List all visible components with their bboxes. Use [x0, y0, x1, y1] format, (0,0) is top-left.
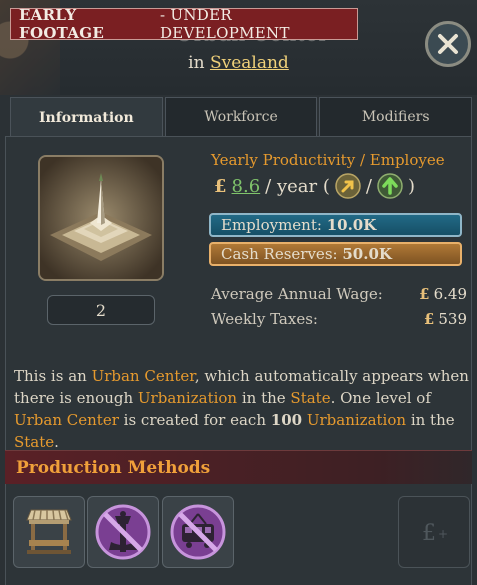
svg-text:+: +: [438, 527, 448, 541]
desc-text: in the: [406, 411, 455, 429]
productivity-unit: / year (: [265, 175, 330, 197]
employment-bar[interactable]: Employment: 10.0K: [209, 213, 462, 237]
desc-text: . One level of: [330, 389, 431, 407]
urban-center-obelisk-icon: [40, 157, 162, 279]
taxes-label: Weekly Taxes:: [211, 310, 318, 328]
growth-arrow-icon: [377, 173, 403, 199]
no-street-lighting-icon: [95, 504, 151, 560]
add-production-method-slot[interactable]: £ +: [398, 496, 470, 568]
desc-link-urbanization[interactable]: Urbanization: [138, 389, 237, 407]
employment-value: 10.0K: [326, 216, 377, 234]
production-method-market-stalls[interactable]: [13, 496, 85, 568]
production-method-no-street-lighting[interactable]: [87, 496, 159, 568]
tab-workforce[interactable]: Workforce: [164, 97, 318, 137]
tab-information[interactable]: Information: [10, 97, 163, 137]
tab-bar: Information Workforce Modifiers: [10, 97, 473, 137]
desc-link-urbanization[interactable]: Urbanization: [307, 411, 406, 429]
productivity-value[interactable]: 8.6: [232, 176, 261, 197]
building-level: 2: [47, 295, 155, 325]
taxes-value-row: £539: [424, 310, 467, 328]
wage-value-row: £6.49: [419, 285, 467, 303]
desc-link-urban-center[interactable]: Urban Center: [14, 411, 119, 429]
building-description: This is an Urban Center, which automatic…: [14, 365, 474, 453]
productivity-title: Yearly Productivity / Employee: [211, 151, 445, 169]
taxes-value: 539: [438, 310, 467, 328]
employment-label: Employment:: [221, 216, 322, 234]
taxes-currency: £: [423, 310, 435, 328]
banner-rest: - UNDER DEVELOPMENT: [159, 6, 290, 42]
currency-symbol: £: [214, 175, 227, 197]
production-methods-header: Production Methods: [5, 450, 472, 484]
no-public-transport-icon: [170, 504, 226, 560]
tab-modifiers[interactable]: Modifiers: [319, 97, 473, 137]
desc-number: 100: [270, 411, 303, 429]
production-method-no-public-transport[interactable]: [162, 496, 234, 568]
desc-text: in the: [237, 389, 291, 407]
cash-value: 50.0K: [342, 245, 392, 263]
svg-text:£: £: [422, 521, 436, 546]
desc-text: This is an: [14, 367, 92, 385]
productivity-sep: /: [365, 175, 372, 197]
add-pound-icon: £ +: [422, 521, 448, 546]
wage-label: Average Annual Wage:: [211, 285, 383, 303]
banner-bold: EARLY FOOTAGE: [19, 6, 105, 42]
desc-text: is created for each: [118, 411, 271, 429]
desc-link-state[interactable]: State: [290, 389, 330, 407]
cash-label: Cash Reserves:: [221, 245, 338, 263]
early-footage-banner: EARLY FOOTAGE - UNDER DEVELOPMENT: [10, 6, 358, 42]
desc-link-urban-center[interactable]: Urban Center: [92, 367, 195, 385]
building-image: [38, 155, 164, 281]
desc-text: .: [54, 433, 59, 451]
wage-value: 6.49: [433, 285, 467, 303]
cash-reserves-bar[interactable]: Cash Reserves: 50.0K: [209, 242, 462, 266]
productivity-close: ): [407, 175, 415, 197]
productivity-boost-icon: [335, 173, 361, 199]
state-link[interactable]: Svealand: [210, 53, 289, 73]
location-subtitle: in Svealand: [0, 53, 477, 73]
market-stall-icon: [26, 509, 72, 554]
wage-currency: £: [419, 285, 430, 303]
desc-link-state[interactable]: State: [14, 433, 54, 451]
panel-header: Urban Center EARLY FOOTAGE - UNDER DEVEL…: [0, 0, 477, 95]
productivity-row: £ 8.6 / year ( / ): [214, 173, 415, 199]
subtitle-prefix: in: [188, 53, 205, 73]
